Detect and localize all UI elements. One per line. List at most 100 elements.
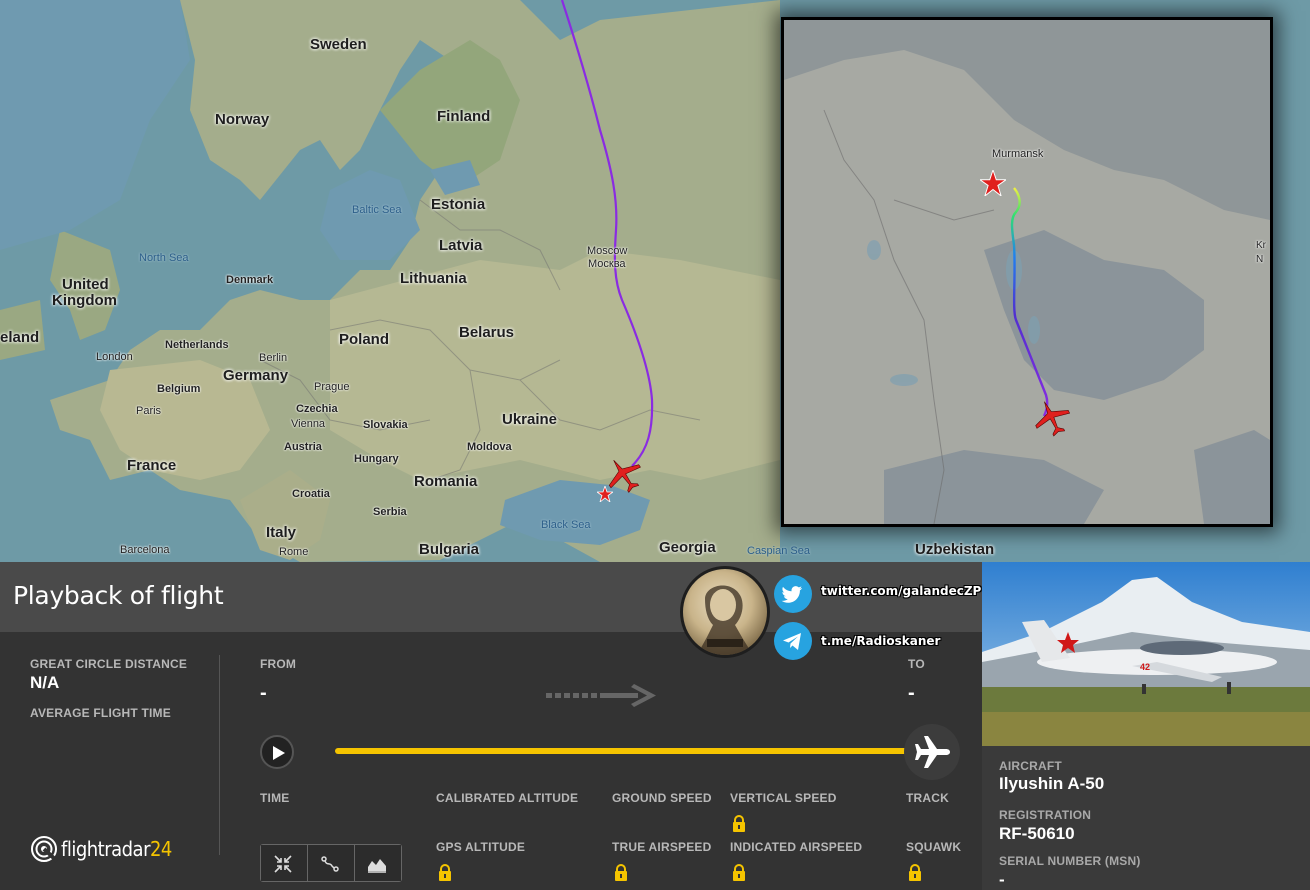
path-button[interactable]: [308, 845, 355, 881]
gps-altitude-label: GPS ALTITUDE: [436, 840, 526, 854]
map-label-country: Netherlands: [165, 339, 229, 351]
twitter-handle[interactable]: twitter.com/galandecZP: [821, 584, 981, 598]
map-label-country: Norway: [215, 111, 270, 128]
map-label-country: Poland: [339, 331, 390, 348]
map-label-city: Vienna: [291, 418, 326, 430]
aircraft-photo[interactable]: 42: [982, 562, 1310, 746]
aircraft-icon[interactable]: [1030, 398, 1074, 438]
tail-number: 42: [1140, 662, 1150, 672]
map-label-sea: Baltic Sea: [352, 204, 402, 216]
route-arrow-icon: [546, 684, 656, 707]
plane-icon: [915, 736, 950, 768]
inset-label-edge: N: [1256, 254, 1264, 265]
map-label-sea: Caspian Sea: [747, 545, 810, 557]
map-label-city: Barcelona: [120, 544, 170, 556]
panel-title: Playback of flight: [13, 581, 224, 610]
map-label-country: Estonia: [431, 196, 486, 213]
flightradar24-logo[interactable]: flightradar24: [30, 834, 172, 864]
great-circle-label: GREAT CIRCLE DISTANCE: [30, 657, 188, 671]
map-label-city: London: [96, 351, 133, 363]
great-circle-value: N/A: [30, 673, 60, 692]
map-label-country: Belgium: [157, 383, 201, 395]
playback-panel: Playback of flight GREAT CIRCLE DISTANCE…: [0, 562, 982, 890]
timeline-handle[interactable]: [904, 724, 960, 780]
to-value: -: [908, 682, 915, 704]
lock-icon[interactable]: [437, 864, 453, 881]
lock-icon[interactable]: [731, 864, 747, 881]
radar-logo-icon: [31, 836, 58, 863]
true-airspeed-label: TRUE AIRSPEED: [612, 840, 712, 854]
map-label-country: Czechia: [296, 403, 338, 415]
registration-value: RF-50610: [999, 824, 1075, 843]
lock-icon[interactable]: [731, 815, 747, 832]
map-label-sea: Black Sea: [541, 519, 591, 531]
map-label-country: Slovakia: [363, 419, 408, 431]
map-label-city: Москва: [588, 258, 626, 270]
map-label-country: Bulgaria: [419, 541, 480, 558]
lock-icon[interactable]: [613, 864, 629, 881]
lock-icon[interactable]: [907, 864, 923, 881]
map-label-country: Kingdom: [52, 292, 117, 309]
play-icon: [273, 746, 285, 760]
telegram-handle[interactable]: t.me/Radioskaner: [821, 634, 940, 648]
area-chart-icon: [368, 859, 386, 873]
ground-speed-label: GROUND SPEED: [612, 791, 712, 805]
star-icon: [980, 170, 1006, 196]
map-label-country: Romania: [414, 473, 478, 490]
map-label-country: Sweden: [310, 36, 367, 53]
squawk-label: SQUAWK: [906, 840, 962, 854]
map-label-country: Austria: [284, 441, 322, 453]
indicated-airspeed-label: INDICATED AIRSPEED: [730, 840, 863, 854]
map-label-city: Paris: [136, 405, 162, 417]
map-label-city: Prague: [314, 381, 350, 393]
divider: [219, 655, 220, 855]
inset-label-edge: Kr: [1256, 240, 1266, 251]
map-label-country: Finland: [437, 108, 491, 125]
map-label-country: Georgia: [659, 539, 716, 556]
logo-text: flightradar: [61, 837, 150, 861]
map-label-country: Hungary: [354, 453, 399, 465]
map-label-country: Ukraine: [502, 411, 558, 428]
channel-avatar: [680, 566, 770, 658]
map-label-country: Croatia: [292, 488, 330, 500]
from-value: -: [260, 682, 267, 704]
map-label-country: Latvia: [439, 237, 483, 254]
inset-label-city: Murmansk: [992, 148, 1044, 160]
map-label-country: Uzbekistan: [915, 541, 995, 558]
to-label: TO: [908, 657, 925, 671]
altitude-chart-button[interactable]: [355, 845, 401, 881]
logo-number: 24: [149, 837, 172, 861]
map-label-country: Denmark: [226, 274, 274, 286]
map-label-country: Moldova: [467, 441, 512, 453]
map-label-country: France: [127, 457, 177, 474]
collapse-icon: [274, 855, 292, 873]
map-label-country: Serbia: [373, 506, 407, 518]
play-button[interactable]: [260, 735, 294, 769]
serial-number-value: -: [999, 870, 1005, 889]
star-icon: [597, 486, 613, 502]
map-label-country: eland: [0, 329, 40, 346]
map-label-country: Italy: [266, 524, 297, 541]
route-path-icon: [321, 856, 339, 872]
time-label: TIME: [260, 791, 290, 805]
collapse-button[interactable]: [261, 845, 308, 881]
portrait-image: [697, 585, 753, 655]
telegram-icon[interactable]: [774, 622, 812, 660]
avg-flight-time-label: AVERAGE FLIGHT TIME: [30, 706, 171, 720]
aircraft-label: AIRCRAFT: [999, 759, 1062, 773]
app-root: Sweden Finland Norway Estonia Latvia Lit…: [0, 0, 1310, 890]
map-label-country: Germany: [223, 367, 289, 384]
chart-toggle-group: [260, 844, 402, 882]
track-label: TRACK: [906, 791, 949, 805]
from-label: FROM: [260, 657, 297, 671]
vertical-speed-label: VERTICAL SPEED: [730, 791, 837, 805]
inset-map[interactable]: Murmansk Kr N: [781, 17, 1273, 527]
calibrated-altitude-label: CALIBRATED ALTITUDE: [436, 791, 579, 805]
registration-label: REGISTRATION: [999, 808, 1092, 822]
map-label-country: United: [62, 276, 109, 293]
inset-map-background: [784, 20, 1270, 524]
aircraft-value: Ilyushin A-50: [999, 774, 1105, 793]
playback-timeline[interactable]: [335, 748, 925, 754]
twitter-icon[interactable]: [774, 575, 812, 613]
map-label-sea: North Sea: [139, 252, 189, 264]
